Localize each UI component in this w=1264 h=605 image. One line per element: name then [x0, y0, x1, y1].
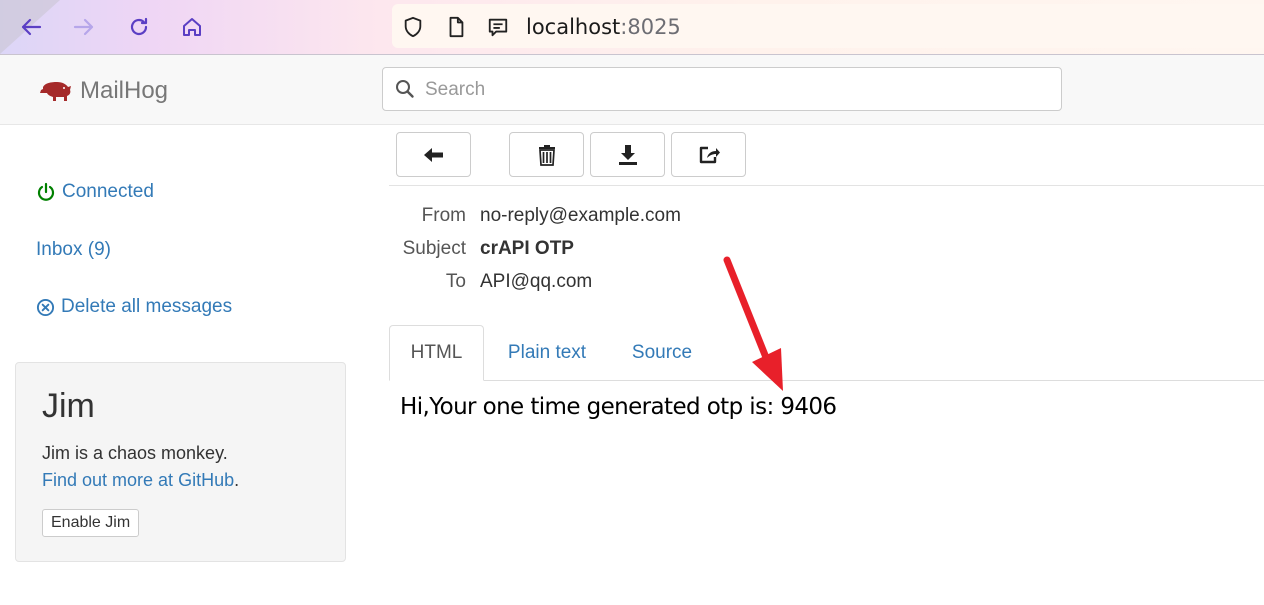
- tab-plain-text[interactable]: Plain text: [494, 325, 600, 381]
- search-icon: [396, 80, 414, 98]
- back-arrow-icon: [423, 147, 443, 162]
- from-label: From: [421, 205, 466, 226]
- url-host: localhost: [526, 15, 621, 39]
- toolbar-divider: [389, 185, 1264, 186]
- home-icon: [183, 18, 201, 36]
- subject-label: Subject: [402, 238, 466, 259]
- tab-source[interactable]: Source: [618, 325, 706, 381]
- jim-more-suffix: .: [234, 470, 240, 490]
- forward-arrow-icon: [73, 18, 94, 36]
- back-to-inbox-button[interactable]: [396, 132, 471, 177]
- home-button[interactable]: [178, 13, 206, 41]
- tab-html[interactable]: HTML: [389, 325, 484, 381]
- github-link[interactable]: Find out more at GitHub: [42, 470, 234, 490]
- connected-status[interactable]: Connected: [36, 181, 154, 203]
- enable-jim-button[interactable]: Enable Jim: [42, 509, 140, 537]
- search-box[interactable]: [382, 67, 1062, 111]
- reader-icon[interactable]: [487, 16, 509, 38]
- delete-all-label: Delete all messages: [61, 296, 233, 317]
- share-icon: [699, 146, 720, 163]
- brand-link[interactable]: MailHog: [38, 77, 168, 105]
- app-navbar: MailHog: [0, 55, 1264, 125]
- reload-icon: [130, 17, 148, 36]
- jim-panel: Jim Jim is a chaos monkey. Find out more…: [15, 362, 346, 562]
- trash-icon: [538, 144, 555, 166]
- jim-more-line: Find out more at GitHub.: [42, 470, 239, 491]
- url-port: :8025: [620, 15, 681, 39]
- power-icon: [37, 182, 55, 201]
- message-body: Hi,Your one time generated otp is: 9406: [400, 394, 837, 420]
- jim-description: Jim is a chaos monkey.: [42, 443, 228, 463]
- remove-circle-icon: [36, 298, 55, 316]
- page-icon[interactable]: [445, 16, 467, 38]
- url-bar[interactable]: localhost:8025: [392, 4, 1264, 48]
- url-text[interactable]: localhost:8025: [526, 15, 681, 39]
- connected-label: Connected: [62, 181, 154, 202]
- from-value: no-reply@example.com: [480, 205, 681, 226]
- delete-message-button[interactable]: [509, 132, 584, 177]
- forward-button[interactable]: [70, 13, 98, 41]
- back-button[interactable]: [17, 13, 45, 41]
- shield-icon[interactable]: [402, 16, 424, 38]
- search-input[interactable]: [423, 76, 1047, 104]
- jim-title: Jim: [42, 387, 95, 425]
- pig-logo-icon: [40, 82, 71, 101]
- browser-toolbar: localhost:8025: [0, 0, 1264, 55]
- sidebar-item-inbox[interactable]: Inbox (9): [36, 239, 111, 261]
- inbox-label: Inbox (9): [36, 239, 111, 260]
- download-icon: [618, 144, 637, 165]
- subject-value: crAPI OTP: [480, 238, 574, 259]
- brand-name: MailHog: [80, 77, 169, 104]
- to-value: API@qq.com: [480, 271, 593, 292]
- download-message-button[interactable]: [590, 132, 665, 177]
- release-message-button[interactable]: [671, 132, 746, 177]
- delete-all-messages-link[interactable]: Delete all messages: [36, 296, 232, 318]
- back-arrow-icon: [21, 18, 42, 36]
- to-label: To: [445, 271, 466, 292]
- reload-button[interactable]: [125, 13, 153, 41]
